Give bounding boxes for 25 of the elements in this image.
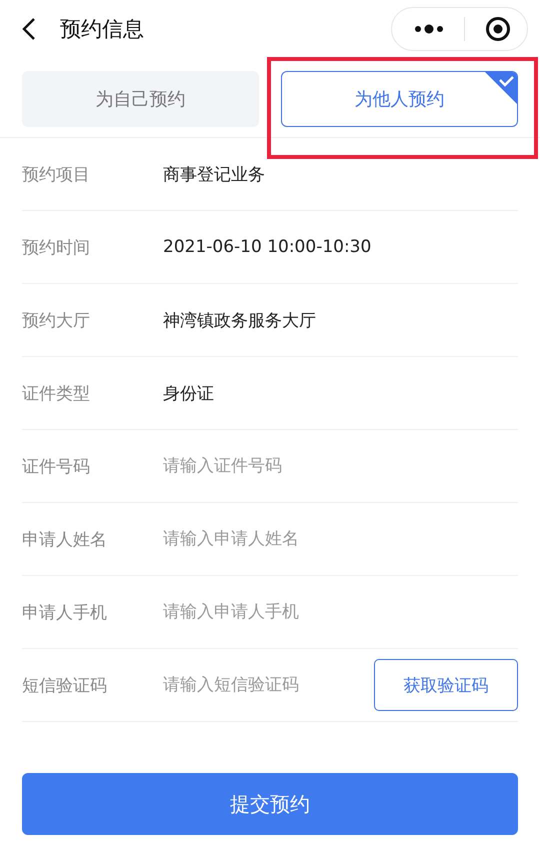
field-label: 预约项目 [22, 164, 91, 186]
field-label: 短信验证码 [22, 674, 108, 696]
submit-button[interactable]: 提交预约 [22, 773, 518, 835]
field-label: 申请人姓名 [22, 528, 108, 550]
field-value: 神湾镇政务服务大厅 [163, 310, 316, 332]
tab[interactable]: 为自己预约 [22, 71, 259, 127]
back-icon[interactable] [22, 17, 36, 41]
page-title: 预约信息 [60, 16, 145, 43]
field-label: 预约大厅 [22, 310, 91, 332]
field-label: 证件号码 [22, 456, 91, 478]
tab[interactable]: 为他人预约 [281, 71, 518, 127]
field-label: 申请人手机 [22, 602, 108, 624]
input-field[interactable]: 请输入申请人姓名 [163, 529, 518, 549]
field-label: 证件类型 [22, 382, 91, 404]
field-label: 预约时间 [22, 236, 91, 258]
field-value: 身份证 [163, 382, 214, 404]
field-value: 商事登记业务 [163, 164, 265, 186]
input-field[interactable]: 请输入证件号码 [163, 456, 518, 476]
input-field[interactable]: 请输入申请人手机 [163, 602, 518, 622]
check-corner-icon [484, 72, 517, 105]
more-icon[interactable] [414, 24, 444, 34]
get-code-button[interactable]: 获取验证码 [374, 659, 518, 711]
field-value: 2021-06-10 10:00-10:30 [163, 237, 372, 257]
input-field[interactable]: 请输入短信验证码 [163, 675, 374, 695]
close-icon[interactable] [485, 16, 511, 42]
